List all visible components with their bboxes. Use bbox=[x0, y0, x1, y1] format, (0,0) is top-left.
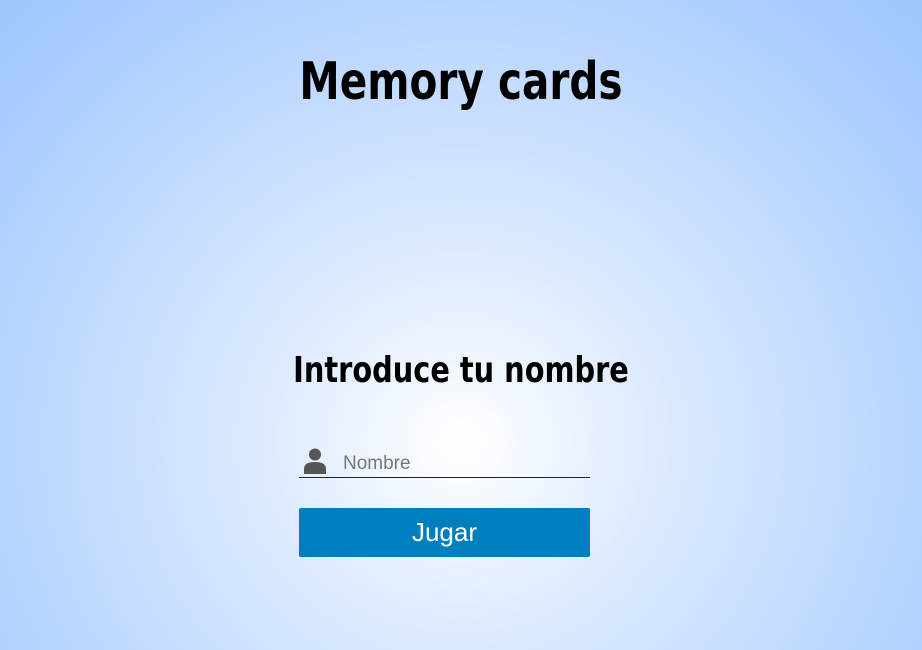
page-title: Memory cards bbox=[299, 52, 623, 112]
play-button[interactable]: Jugar bbox=[299, 508, 590, 557]
user-icon bbox=[304, 448, 326, 474]
name-field bbox=[299, 444, 590, 478]
name-prompt-heading: Introduce tu nombre bbox=[293, 350, 629, 391]
name-input[interactable] bbox=[343, 446, 573, 475]
